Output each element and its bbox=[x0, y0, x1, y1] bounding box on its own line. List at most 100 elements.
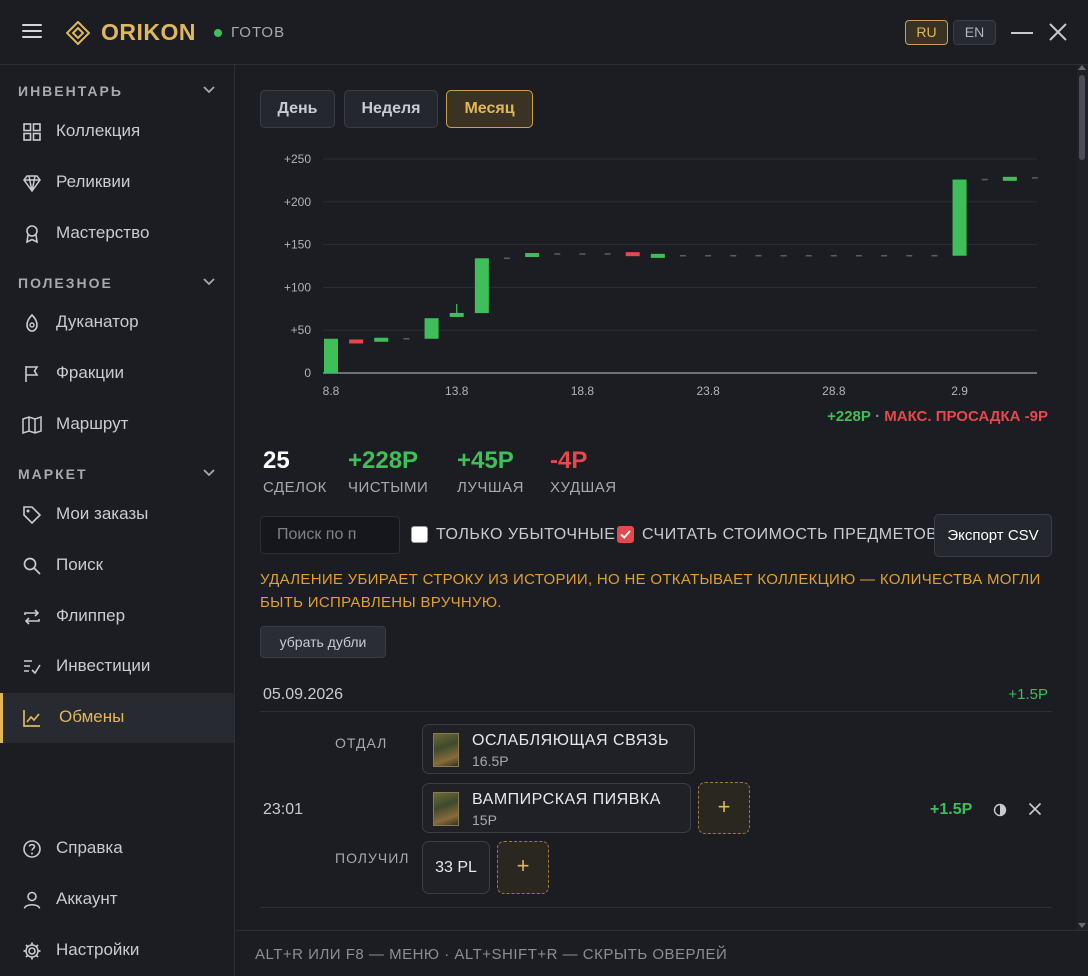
minimize-icon[interactable] bbox=[1011, 32, 1033, 34]
divider bbox=[260, 907, 1052, 908]
check-icon bbox=[620, 530, 631, 539]
search-input[interactable] bbox=[260, 516, 400, 554]
item-card[interactable]: ОСЛАБЛЯЮЩАЯ СВЯЗЬ 16.5Р bbox=[422, 724, 695, 774]
sidebar-item-search[interactable]: Поиск bbox=[0, 541, 234, 591]
item-thumbnail bbox=[433, 792, 459, 826]
swap-icon bbox=[24, 609, 40, 625]
history-date: 05.09.2026 bbox=[263, 686, 344, 703]
sidebar-item-factions[interactable]: Фракции bbox=[0, 349, 234, 399]
export-csv-button[interactable]: Экспорт CSV bbox=[934, 514, 1052, 557]
candle-small bbox=[1002, 176, 1017, 181]
add-gave-item-button[interactable]: + bbox=[698, 782, 750, 834]
flag-icon bbox=[25, 366, 39, 382]
help-icon bbox=[23, 840, 41, 858]
item-card[interactable]: ВАМПИРСКАЯ ПИЯВКА 15Р bbox=[422, 783, 691, 833]
sidebar-item-label: Инвестиции bbox=[56, 656, 151, 675]
close-window-icon[interactable] bbox=[1047, 21, 1069, 43]
y-tick-label: +200 bbox=[284, 195, 311, 209]
x-tick-label: 8.8 bbox=[323, 384, 340, 398]
sidebar-item-my-orders[interactable]: Мои заказы bbox=[0, 490, 234, 540]
chart-summary: +228Р · МАКС. ПРОСАДКА -9Р bbox=[827, 408, 1048, 425]
trade-time: 23:01 bbox=[263, 801, 304, 818]
sidebar-item-route[interactable]: Маршрут bbox=[0, 400, 234, 450]
candle-flat bbox=[604, 253, 611, 255]
chart-line-icon bbox=[23, 710, 40, 727]
sidebar-item-settings[interactable]: Настройки bbox=[0, 926, 234, 976]
candle-flat bbox=[579, 253, 586, 255]
section-title: ИНВЕНТАРЬ bbox=[18, 83, 123, 99]
sidebar-item-label: Мастерство bbox=[56, 223, 150, 242]
sidebar-item-label: Обмены bbox=[59, 707, 125, 726]
sidebar-item-relics[interactable]: Реликвии bbox=[0, 158, 234, 208]
sidebar-item-label: Коллекция bbox=[56, 121, 141, 140]
stat-caption: СДЕЛОК bbox=[263, 479, 327, 496]
period-day-button[interactable]: День bbox=[260, 90, 335, 128]
sidebar-item-label: Справка bbox=[56, 838, 123, 857]
footer: ALT+R ИЛИ F8 — МЕНЮ · ALT+SHIFT+R — СКРЫ… bbox=[236, 930, 1088, 976]
scroll-down-icon[interactable] bbox=[1078, 923, 1086, 928]
sidebar-item-account[interactable]: Аккаунт bbox=[0, 875, 234, 925]
candle-flat bbox=[554, 253, 561, 255]
menu-icon[interactable] bbox=[22, 24, 42, 40]
stat-caption: ЛУЧШАЯ bbox=[457, 479, 524, 496]
x-tick-label: 23.8 bbox=[696, 384, 720, 398]
y-tick-label: 0 bbox=[304, 366, 311, 380]
scroll-up-icon[interactable] bbox=[1078, 65, 1086, 70]
candle-flat bbox=[504, 257, 510, 260]
candle-flat bbox=[906, 254, 913, 257]
stat-value: 25 bbox=[263, 447, 290, 474]
y-tick-label: +100 bbox=[284, 280, 311, 294]
loss-only-label[interactable]: ТОЛЬКО УБЫТОЧНЫЕ bbox=[436, 526, 615, 544]
add-got-item-button[interactable]: + bbox=[497, 841, 549, 894]
diamond-icon bbox=[23, 175, 41, 193]
sidebar-item-label: Флиппер bbox=[56, 606, 126, 625]
remove-duplicates-button[interactable]: убрать дубли bbox=[260, 626, 386, 658]
award-icon bbox=[25, 225, 39, 244]
stat-caption: ХУДШАЯ bbox=[550, 479, 617, 496]
sidebar-item-collection[interactable]: Коллекция bbox=[0, 107, 234, 157]
period-week-button[interactable]: Неделя bbox=[344, 90, 438, 128]
sidebar-item-label: Фракции bbox=[56, 363, 124, 382]
scrollbar[interactable] bbox=[1077, 65, 1088, 930]
contrast-icon[interactable] bbox=[993, 803, 1007, 817]
sidebar-item-trades[interactable]: Обмены bbox=[0, 693, 234, 743]
tag-icon bbox=[23, 506, 42, 525]
count-items-checkbox[interactable] bbox=[617, 526, 634, 543]
net-summary: +228Р bbox=[827, 408, 871, 425]
sidebar-item-mastery[interactable]: Мастерство bbox=[0, 209, 234, 259]
sidebar-item-dukanator[interactable]: Дуканатор bbox=[0, 298, 234, 348]
count-items-label[interactable]: СЧИТАТЬ СТОИМОСТЬ ПРЕДМЕТОВ bbox=[642, 526, 937, 544]
y-tick-label: +250 bbox=[284, 152, 311, 166]
lang-en-button[interactable]: EN bbox=[953, 20, 996, 45]
sidebar-item-investments[interactable]: Инвестиции bbox=[0, 642, 234, 692]
period-month-button[interactable]: Месяц bbox=[446, 90, 533, 128]
section-inventory[interactable]: ИНВЕНТАРЬ bbox=[18, 83, 218, 99]
app-brand: ORIKON bbox=[101, 19, 196, 45]
delete-icon[interactable] bbox=[1028, 802, 1042, 816]
section-market[interactable]: МАРКЕТ bbox=[18, 466, 218, 482]
candle-flat bbox=[780, 254, 787, 257]
candle-small bbox=[625, 252, 640, 257]
lang-ru-button[interactable]: RU bbox=[905, 20, 948, 45]
candle-body bbox=[324, 338, 338, 373]
item-price: 16.5Р bbox=[472, 753, 509, 769]
section-title: ПОЛЕЗНОЕ bbox=[18, 275, 113, 291]
candle-flat bbox=[830, 254, 837, 257]
warning-text: УДАЛЕНИЕ УБИРАЕТ СТРОКУ ИЗ ИСТОРИИ, НО Н… bbox=[260, 571, 1041, 611]
platinum-amount[interactable]: 33 PL bbox=[422, 841, 490, 894]
section-useful[interactable]: ПОЛЕЗНОЕ bbox=[18, 275, 218, 291]
x-tick-label: 13.8 bbox=[445, 384, 469, 398]
loss-only-checkbox[interactable] bbox=[411, 526, 428, 543]
stat-value: -4Р bbox=[550, 447, 588, 474]
hotkey-hint: ALT+R ИЛИ F8 — МЕНЮ · ALT+SHIFT+R — СКРЫ… bbox=[255, 946, 728, 963]
candle-flat bbox=[1032, 177, 1038, 179]
candle-flat bbox=[755, 254, 762, 257]
sidebar-item-help[interactable]: Справка bbox=[0, 824, 234, 874]
candle-flat bbox=[403, 338, 410, 340]
item-name: ВАМПИРСКАЯ ПИЯВКА bbox=[472, 791, 661, 808]
candle-small bbox=[525, 253, 540, 258]
candle-flat bbox=[931, 254, 938, 257]
scroll-thumb[interactable] bbox=[1079, 75, 1085, 160]
sidebar-item-flipper[interactable]: Флиппер bbox=[0, 592, 234, 642]
candle-flat bbox=[805, 254, 812, 257]
